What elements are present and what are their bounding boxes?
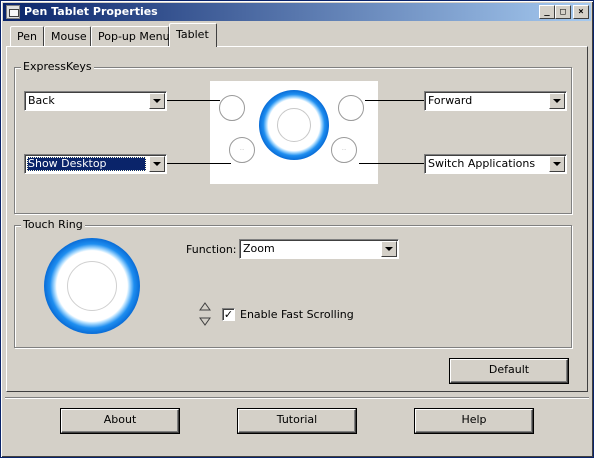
chevron-down-icon[interactable] [149, 93, 165, 109]
close-button[interactable]: × [573, 5, 589, 19]
leader-line-top-right [365, 100, 425, 101]
expresskey-top-right-icon [338, 95, 364, 121]
fast-scrolling-checkbox[interactable]: ✓ [222, 308, 235, 321]
tablet-touch-ring-center-icon [277, 108, 311, 142]
expresskey-bottom-left-label: ··· [239, 147, 245, 153]
expresskey-top-right-value: Forward [428, 94, 473, 107]
tab-mouse[interactable]: Mouse [44, 26, 91, 46]
chevron-down-icon[interactable] [549, 93, 565, 109]
tablet-image: ··· ··· [210, 81, 378, 184]
touch-ring-group-label: Touch Ring [21, 218, 85, 231]
window-title: Pen Tablet Properties [24, 5, 158, 18]
touch-ring-function-value: Zoom [243, 242, 275, 255]
function-label: Function: [186, 243, 237, 256]
expresskey-top-right-select[interactable]: Forward [424, 91, 567, 111]
tutorial-button[interactable]: Tutorial [238, 409, 356, 433]
expresskey-bottom-left-select[interactable]: Show Desktop [24, 154, 167, 174]
expresskey-bottom-right-label: ··· [341, 147, 347, 153]
touch-ring-function-select[interactable]: Zoom [239, 239, 399, 259]
expresskey-top-left-icon [219, 95, 245, 121]
expresskey-top-left-select[interactable]: Back [24, 91, 167, 111]
bottom-separator [5, 397, 589, 399]
tab-tablet[interactable]: Tablet [169, 23, 217, 47]
leader-line-bottom-left [166, 163, 231, 164]
expresskey-bottom-left-icon: ··· [229, 137, 255, 163]
title-bar[interactable]: Pen Tablet Properties _ □ × [3, 3, 591, 21]
expresskeys-group-label: ExpressKeys [21, 60, 94, 73]
check-mark-icon: ✓ [223, 308, 234, 321]
chevron-down-icon[interactable] [549, 156, 565, 172]
expresskey-bottom-right-select[interactable]: Switch Applications [424, 154, 567, 174]
maximize-button[interactable]: □ [555, 5, 571, 19]
touch-ring-center-icon [67, 261, 117, 311]
app-icon [6, 5, 20, 19]
scroll-arrows-icon [199, 302, 211, 326]
fast-scrolling-label: Enable Fast Scrolling [240, 308, 354, 321]
expresskey-top-left-value: Back [28, 94, 55, 107]
default-button[interactable]: Default [450, 359, 568, 383]
about-button[interactable]: About [61, 409, 179, 433]
help-button[interactable]: Help [415, 409, 533, 433]
expresskey-bottom-right-value: Switch Applications [428, 157, 536, 170]
minimize-button[interactable]: _ [539, 5, 555, 19]
chevron-down-icon[interactable] [381, 241, 397, 257]
expresskey-bottom-left-value: Show Desktop [27, 157, 146, 171]
expresskey-bottom-right-icon: ··· [331, 137, 357, 163]
tab-pen[interactable]: Pen [10, 26, 44, 46]
chevron-down-icon[interactable] [149, 156, 165, 172]
window: Pen Tablet Properties _ □ × Pen Mouse Po… [0, 0, 594, 458]
leader-line-bottom-right [359, 163, 425, 164]
leader-line-top-left [166, 100, 220, 101]
tab-popup-menu[interactable]: Pop-up Menu [91, 26, 170, 46]
